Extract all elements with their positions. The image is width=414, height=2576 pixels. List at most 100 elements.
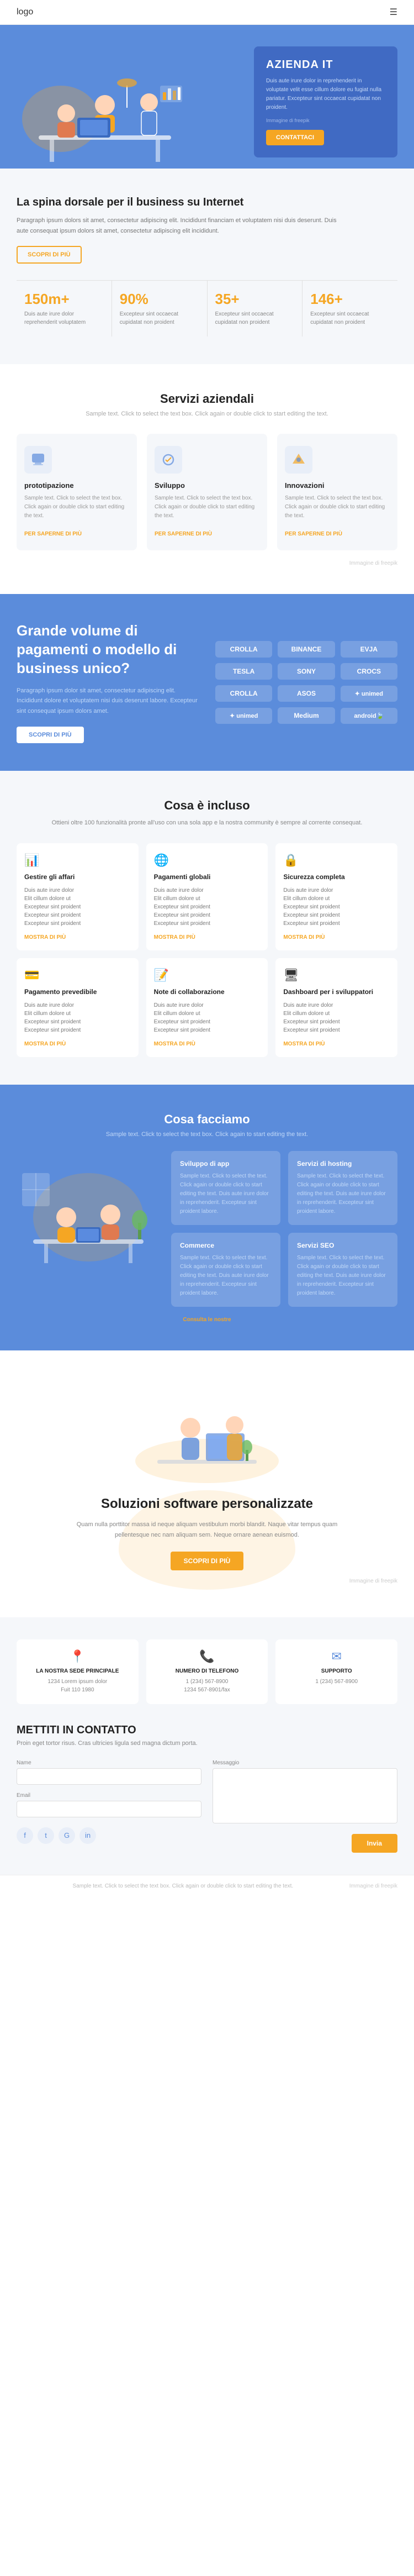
stats-row: 150m+ Duis aute irure dolor reprehenderi… bbox=[17, 280, 397, 337]
facciamo-card-0: Sviluppo di app Sample text. Click to se… bbox=[171, 1151, 280, 1225]
volume-text: Grande volume di pagamenti o modello di … bbox=[17, 622, 199, 743]
incluso-card-title-4: Note di collaborazione bbox=[154, 988, 261, 996]
spina-section: La spina dorsale per il business su Inte… bbox=[0, 169, 414, 364]
incluso-card-title-2: Sicurezza completa bbox=[283, 873, 390, 881]
incluso-icon-1: 🌐 bbox=[154, 853, 261, 868]
incluso-card-title-3: Pagamento prevedibile bbox=[24, 988, 131, 996]
incluso-card-0: 📊 Gestire gli affari Duis aute irure dol… bbox=[17, 843, 139, 950]
incluso-item-0-2: Excepteur sint proident bbox=[24, 903, 131, 911]
stat-label-0: Duis aute irure dolor reprehenderit volu… bbox=[24, 310, 104, 327]
social-linkedin[interactable]: in bbox=[79, 1827, 96, 1844]
email-input[interactable] bbox=[17, 1801, 201, 1817]
navbar: logo ☰ bbox=[0, 0, 414, 25]
incluso-card-5: 🖥 Dashboard per i sviluppatori Duis aute… bbox=[275, 958, 397, 1057]
servizi-grid: prototipazione Sample text. Click to sel… bbox=[17, 434, 397, 550]
brand-4: SONY bbox=[278, 663, 335, 680]
incluso-item-1-3: Excepteur sint proident bbox=[154, 911, 261, 919]
servizi-card-link-1[interactable]: PER SAPERNE DI PIÙ bbox=[155, 531, 212, 537]
brand-10: Medium bbox=[278, 707, 335, 724]
stat-3: 146+ Excepteur sint occaecat cupidatat n… bbox=[302, 281, 397, 337]
servizi-attribution: Immagine di freepik bbox=[17, 560, 397, 566]
servizi-card-desc-2: Sample text. Click to select the text bo… bbox=[285, 494, 390, 521]
volume-btn[interactable]: SCOPRI DI PIÙ bbox=[17, 727, 84, 743]
stat-0: 150m+ Duis aute irure dolor reprehenderi… bbox=[17, 281, 112, 337]
software-svg bbox=[124, 1384, 290, 1483]
name-label: Name bbox=[17, 1760, 201, 1766]
incluso-title: Cosa è incluso bbox=[17, 798, 397, 813]
name-input[interactable] bbox=[17, 1768, 201, 1785]
incluso-list-5: Duis aute irure dolor Elit cillum dolore… bbox=[283, 1001, 390, 1034]
facciamo-card-2: Commerce Sample text. Click to select th… bbox=[171, 1233, 280, 1307]
software-attribution: Immagine di freepik bbox=[17, 1578, 397, 1584]
logo: logo bbox=[17, 7, 33, 17]
brand-7: ASOS bbox=[278, 685, 335, 702]
hero-contact-btn[interactable]: CONTATTACI bbox=[266, 130, 324, 145]
contact-card-1: 📞 NUMERO DI TELEFONO 1 (234) 567-8900 12… bbox=[146, 1639, 268, 1704]
incluso-item-2-0: Duis aute irure dolor bbox=[283, 886, 390, 895]
menu-icon[interactable]: ☰ bbox=[390, 7, 397, 18]
incluso-card-1: 🌐 Pagamenti globali Duis aute irure dolo… bbox=[146, 843, 268, 950]
incluso-icon-2: 🔒 bbox=[283, 853, 390, 868]
incluso-icon-4: 📝 bbox=[154, 968, 261, 982]
facciamo-cards: Sviluppo di app Sample text. Click to se… bbox=[171, 1151, 397, 1307]
stat-num-2: 35+ bbox=[215, 291, 295, 308]
software-section: Soluzioni software personalizzate Quam n… bbox=[0, 1350, 414, 1617]
incluso-btn-3[interactable]: MOSTRA DI PIÙ bbox=[24, 1041, 131, 1047]
stat-num-1: 90% bbox=[120, 291, 199, 308]
servizi-card-2: Innovazioni Sample text. Click to select… bbox=[277, 434, 397, 550]
social-row: f t G in bbox=[17, 1827, 201, 1844]
incluso-icon-3: 💳 bbox=[24, 968, 131, 982]
social-facebook[interactable]: f bbox=[17, 1827, 33, 1844]
incluso-item-2-1: Elit cillum dolore ut bbox=[283, 895, 390, 903]
footer-text: Sample text. Click to select the text bo… bbox=[17, 1883, 349, 1889]
send-btn[interactable]: Invia bbox=[352, 1834, 397, 1853]
footer-attribution: Immagine di freepik bbox=[349, 1883, 397, 1889]
brand-2: EVJA bbox=[341, 641, 397, 658]
incluso-item-4-3: Excepteur sint proident bbox=[154, 1026, 261, 1034]
message-label: Messaggio bbox=[213, 1760, 397, 1766]
facciamo-card-title-0: Sviluppo di app bbox=[180, 1160, 272, 1168]
social-twitter[interactable]: t bbox=[38, 1827, 54, 1844]
form-right: Messaggio Invia bbox=[213, 1760, 397, 1853]
brand-6: CROLLA bbox=[215, 685, 272, 702]
incluso-card-title-1: Pagamenti globali bbox=[154, 873, 261, 881]
social-google[interactable]: G bbox=[59, 1827, 75, 1844]
footer: Sample text. Click to select the text bo… bbox=[0, 1875, 414, 1897]
contact-subtitle: Proin eget tortor risus. Cras ultricies … bbox=[17, 1740, 397, 1747]
incluso-section: Cosa è incluso Ottieni oltre 100 funzion… bbox=[0, 771, 414, 1085]
facciamo-link[interactable]: Consulta le nostre bbox=[17, 1317, 397, 1323]
incluso-btn-0[interactable]: MOSTRA DI PIÙ bbox=[24, 934, 131, 940]
incluso-btn-2[interactable]: MOSTRA DI PIÙ bbox=[283, 934, 390, 940]
facciamo-card-desc-0: Sample text. Click to select the text. C… bbox=[180, 1172, 272, 1216]
stat-label-2: Excepteur sint occaecat cupidatat non pr… bbox=[215, 310, 295, 327]
contact-section: 📍 LA NOSTRA SEDE PRINCIPALE 1234 Lorem i… bbox=[0, 1617, 414, 1875]
servizi-subtitle: Sample text. Click to select the text bo… bbox=[17, 411, 397, 417]
incluso-item-4-0: Duis aute irure dolor bbox=[154, 1001, 261, 1010]
incluso-btn-4[interactable]: MOSTRA DI PIÙ bbox=[154, 1041, 261, 1047]
incluso-list-1: Duis aute irure dolor Elit cillum dolore… bbox=[154, 886, 261, 928]
software-btn[interactable]: SCOPRI DI PIÙ bbox=[171, 1552, 244, 1570]
email-icon: ✉ bbox=[285, 1649, 388, 1664]
message-textarea[interactable] bbox=[213, 1768, 397, 1823]
servizi-card-link-0[interactable]: PER SAPERNE DI PIÙ bbox=[24, 531, 82, 537]
incluso-item-1-2: Excepteur sint proident bbox=[154, 903, 261, 911]
facciamo-illustration bbox=[17, 1151, 160, 1275]
form-left: Name Email f t G in bbox=[17, 1760, 201, 1853]
servizi-card-link-2[interactable]: PER SAPERNE DI PIÙ bbox=[285, 531, 342, 537]
servizi-icon-0 bbox=[24, 446, 52, 474]
servizi-card-desc-0: Sample text. Click to select the text bo… bbox=[24, 494, 129, 521]
software-title: Soluzioni software personalizzate bbox=[17, 1496, 397, 1512]
location-icon: 📍 bbox=[26, 1649, 129, 1664]
incluso-btn-5[interactable]: MOSTRA DI PIÙ bbox=[283, 1041, 390, 1047]
incluso-btn-1[interactable]: MOSTRA DI PIÙ bbox=[154, 934, 261, 940]
incluso-item-3-3: Excepteur sint proident bbox=[24, 1026, 131, 1034]
brand-8: ✦ unimed bbox=[341, 686, 397, 702]
incluso-item-3-1: Elit cillum dolore ut bbox=[24, 1010, 131, 1018]
spina-btn[interactable]: SCOPRI DI PIÙ bbox=[17, 246, 82, 264]
incluso-grid-top: 📊 Gestire gli affari Duis aute irure dol… bbox=[17, 843, 397, 950]
incluso-card-4: 📝 Note di collaborazione Duis aute irure… bbox=[146, 958, 268, 1057]
incluso-list-4: Duis aute irure dolor Elit cillum dolore… bbox=[154, 1001, 261, 1034]
facciamo-subtitle: Sample text. Click to select the text bo… bbox=[17, 1131, 397, 1138]
brand-0: CROLLA bbox=[215, 641, 272, 658]
incluso-item-0-3: Excepteur sint proident bbox=[24, 911, 131, 919]
